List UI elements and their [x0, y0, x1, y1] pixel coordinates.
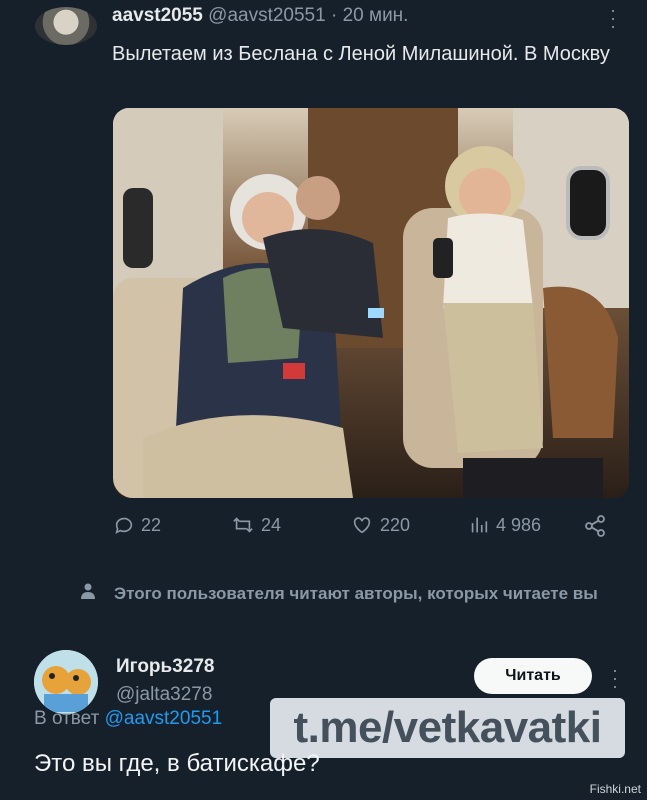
more-options-icon[interactable]: · · ·: [610, 1, 616, 35]
retweet-icon: [233, 517, 253, 533]
avatar-cartoon-icon: [34, 650, 98, 714]
heart-icon: [353, 517, 371, 534]
like-action[interactable]: 220: [350, 514, 410, 536]
retweet-count: 24: [261, 514, 282, 535]
views-action[interactable]: 4 986: [468, 514, 541, 536]
reply-mention-link[interactable]: @aavst20551: [105, 708, 223, 729]
reply-author-name[interactable]: Игорь3278: [116, 656, 214, 678]
reply-text: Это вы где, в батискафе?: [34, 750, 320, 777]
reply-more-options-icon[interactable]: · · ·: [612, 661, 618, 695]
social-context-notice: Этого пользователя читают авторы, которы…: [81, 580, 606, 607]
tweet-text: Вылетаем из Беслана с Леной Милашиной. В…: [112, 43, 610, 65]
tweet: aavst2055 @aavst20551 · 20 мин. · · · Выле…: [0, 0, 647, 537]
person-icon: [81, 583, 95, 599]
reply-icon: [115, 517, 133, 534]
reply-prefix: В ответ: [34, 708, 100, 729]
tweet-time[interactable]: · 20 мин.: [331, 5, 408, 26]
site-credit: Fishki.net: [589, 782, 641, 796]
author-name[interactable]: aavst2055: [112, 5, 203, 26]
share-icon: [585, 515, 605, 537]
tweet-header: aavst2055 @aavst20551 · 20 мин.: [112, 5, 408, 27]
notice-text: Этого пользователя читают авторы, которы…: [114, 584, 598, 603]
like-count: 220: [380, 514, 411, 535]
reply-count: 22: [141, 514, 162, 535]
share-action[interactable]: [583, 514, 607, 538]
cabin-photo-illustration: [113, 108, 629, 498]
views-count: 4 986: [496, 514, 542, 535]
reply-author-handle[interactable]: @jalta3278: [116, 684, 212, 706]
tweet-actions: 22 24 220 4 986: [113, 514, 613, 548]
author-handle[interactable]: @aavst20551: [208, 5, 326, 26]
follow-button[interactable]: Читать: [474, 658, 592, 694]
reply-tweet: Игорь3278 @jalta3278 Читать · · · В ответ …: [0, 640, 647, 800]
reply-author-avatar[interactable]: [34, 650, 98, 714]
reply-context: В ответ @aavst20551: [34, 708, 222, 730]
author-avatar[interactable]: [35, 7, 97, 45]
tweet-photo[interactable]: [113, 108, 629, 498]
retweet-action[interactable]: 24: [231, 514, 281, 536]
watermark: t.me/vetkavatki: [270, 698, 625, 758]
views-chart-icon: [471, 517, 488, 533]
reply-action[interactable]: 22: [113, 514, 161, 536]
